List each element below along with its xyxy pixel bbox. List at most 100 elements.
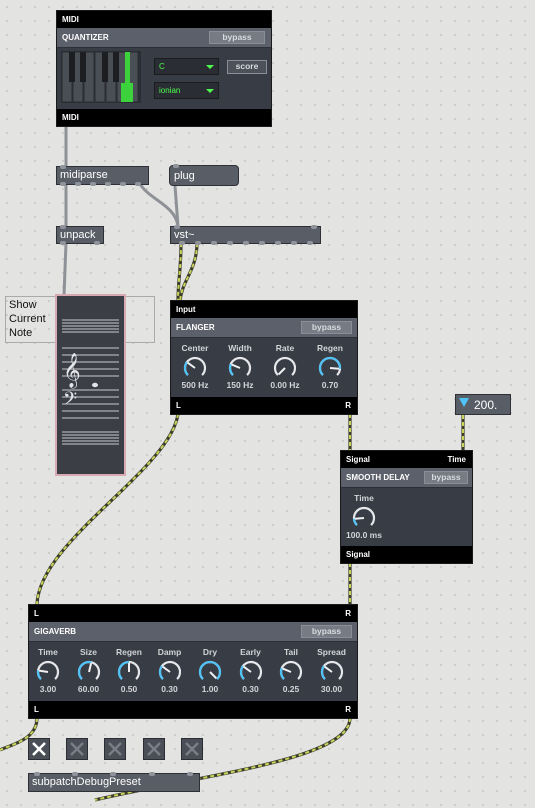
key-select[interactable]: C — [154, 58, 219, 75]
outlet[interactable] — [120, 182, 126, 186]
outlet[interactable] — [90, 182, 96, 186]
dial-center[interactable]: Center 500 Hz — [173, 343, 217, 390]
outlet[interactable] — [291, 241, 297, 245]
inlet[interactable] — [60, 225, 66, 229]
svg-text:𝄞: 𝄞 — [63, 353, 81, 389]
outlet[interactable] — [307, 241, 313, 245]
knob-icon — [158, 660, 181, 680]
gigaverb-out-left: L — [34, 705, 39, 714]
dial-label: Regen — [317, 343, 343, 353]
knob-icon — [273, 356, 297, 376]
knob-icon — [352, 506, 376, 526]
comment-line: Show — [9, 299, 37, 311]
vst-object[interactable]: vst~ — [170, 225, 321, 245]
gigaverb-output-bar: L R — [29, 701, 357, 718]
outlet[interactable] — [275, 241, 281, 245]
outlet[interactable] — [105, 182, 111, 186]
knob-icon — [36, 660, 60, 680]
preset-toggle[interactable] — [181, 738, 203, 760]
dial-dry[interactable]: Dry 1.00 — [188, 647, 232, 694]
cord-midiparse-vst — [138, 182, 180, 228]
smooth-delay-device[interactable]: Signal Time SMOOTH DELAY bypass Time 100.… — [340, 450, 473, 564]
outlet[interactable] — [135, 182, 141, 186]
inlet[interactable] — [187, 772, 193, 776]
dial-value: 0.30 — [161, 684, 178, 694]
chevron-down-icon — [206, 65, 214, 69]
flanger-bypass-button[interactable]: bypass — [301, 321, 352, 334]
note-score-display[interactable]: 𝄞 𝄢 — [55, 294, 126, 476]
plug-message[interactable]: plug — [169, 164, 239, 186]
outlet[interactable] — [179, 241, 185, 245]
midiparse-object[interactable]: midiparse — [56, 165, 149, 186]
outlet[interactable] — [94, 241, 100, 245]
gigaverb-bypass-button[interactable]: bypass — [301, 625, 352, 638]
knob-icon — [117, 660, 141, 680]
dial-spread[interactable]: Spread 30.00 — [310, 647, 354, 694]
gigaverb-device[interactable]: L R GIGAVERB bypass Time 3.00 Size 60.00 Reg… — [28, 604, 358, 719]
unpack-object[interactable]: unpack — [56, 225, 104, 245]
inlet[interactable] — [311, 225, 317, 229]
smooth-delay-input-bar: Signal Time — [341, 451, 472, 468]
dial-size[interactable]: Size 60.00 — [67, 647, 111, 694]
outlet[interactable] — [259, 241, 265, 245]
dial-value: 0.00 Hz — [270, 380, 300, 390]
dial-regen[interactable]: Regen 0.70 — [308, 343, 352, 390]
inlet[interactable] — [34, 772, 40, 776]
subpatch-debug-preset-object[interactable]: subpatchDebugPreset — [28, 772, 200, 792]
outlet[interactable] — [60, 182, 66, 186]
dial-rate[interactable]: Rate 0.00 Hz — [263, 343, 307, 390]
outlet[interactable] — [227, 241, 233, 245]
inlet[interactable] — [110, 772, 116, 776]
dial-regen[interactable]: Regen 0.50 — [107, 647, 151, 694]
flanger-out-left: L — [176, 401, 181, 410]
score-button[interactable]: score — [227, 60, 267, 74]
dial-tail[interactable]: Tail 0.25 — [269, 647, 313, 694]
quantizer-title: QUANTIZER — [62, 33, 109, 42]
gigaverb-out-right: R — [345, 705, 351, 714]
gigaverb-in-right: R — [345, 609, 351, 618]
dial-early[interactable]: Early 0.30 — [229, 647, 273, 694]
note-head — [92, 382, 98, 388]
dial-label: Dry — [202, 647, 218, 657]
preset-toggle[interactable] — [143, 738, 165, 760]
inlet[interactable] — [174, 225, 180, 229]
inlet[interactable] — [173, 164, 179, 168]
dial-value: 500 Hz — [181, 380, 209, 390]
smooth-delay-bypass-button[interactable]: bypass — [424, 471, 468, 484]
time-number-box[interactable]: 200. — [455, 394, 511, 415]
scale-select[interactable]: ionian — [154, 82, 219, 99]
comment-line: Note — [9, 327, 33, 339]
outlet[interactable] — [60, 241, 66, 245]
preset-toggle[interactable] — [66, 738, 88, 760]
outlet[interactable] — [75, 182, 81, 186]
inlet[interactable] — [149, 772, 155, 776]
dial-label: Rate — [275, 343, 295, 353]
dial-damp[interactable]: Damp 0.30 — [148, 647, 192, 694]
dial-label: Spread — [317, 647, 346, 657]
preset-toggle[interactable] — [28, 738, 50, 760]
midiparse-label: midiparse — [60, 169, 108, 181]
vst-label: vst~ — [174, 229, 195, 241]
quantizer-device[interactable]: MIDI QUANTIZER bypass C ionian score MID… — [56, 10, 272, 127]
inlet[interactable] — [60, 165, 66, 169]
piano-keyboard[interactable] — [61, 51, 141, 103]
smooth-delay-title: SMOOTH DELAY — [346, 473, 410, 482]
dial-label: Center — [181, 343, 209, 353]
x-icon — [32, 742, 46, 756]
quantizer-input-label: MIDI — [57, 11, 271, 28]
inlet[interactable] — [72, 772, 78, 776]
dial-width[interactable]: Width 150 Hz — [218, 343, 262, 390]
quantizer-bypass-button[interactable]: bypass — [209, 31, 265, 44]
gigaverb-title: GIGAVERB — [34, 627, 77, 636]
dial-label: Tail — [283, 647, 298, 657]
preset-toggle[interactable] — [104, 738, 126, 760]
outlet[interactable] — [243, 241, 249, 245]
dial-value: 3.00 — [39, 684, 57, 694]
plug-label: plug — [174, 170, 195, 182]
dial-label: Regen — [116, 647, 142, 657]
dial-time[interactable]: Time 3.00 — [26, 647, 70, 694]
outlet[interactable] — [195, 241, 201, 245]
flanger-device[interactable]: Input FLANGER bypass Center 500 Hz Width 15… — [170, 300, 358, 415]
outlet[interactable] — [211, 241, 217, 245]
dial-time[interactable]: Time 100.0 ms — [342, 493, 386, 540]
